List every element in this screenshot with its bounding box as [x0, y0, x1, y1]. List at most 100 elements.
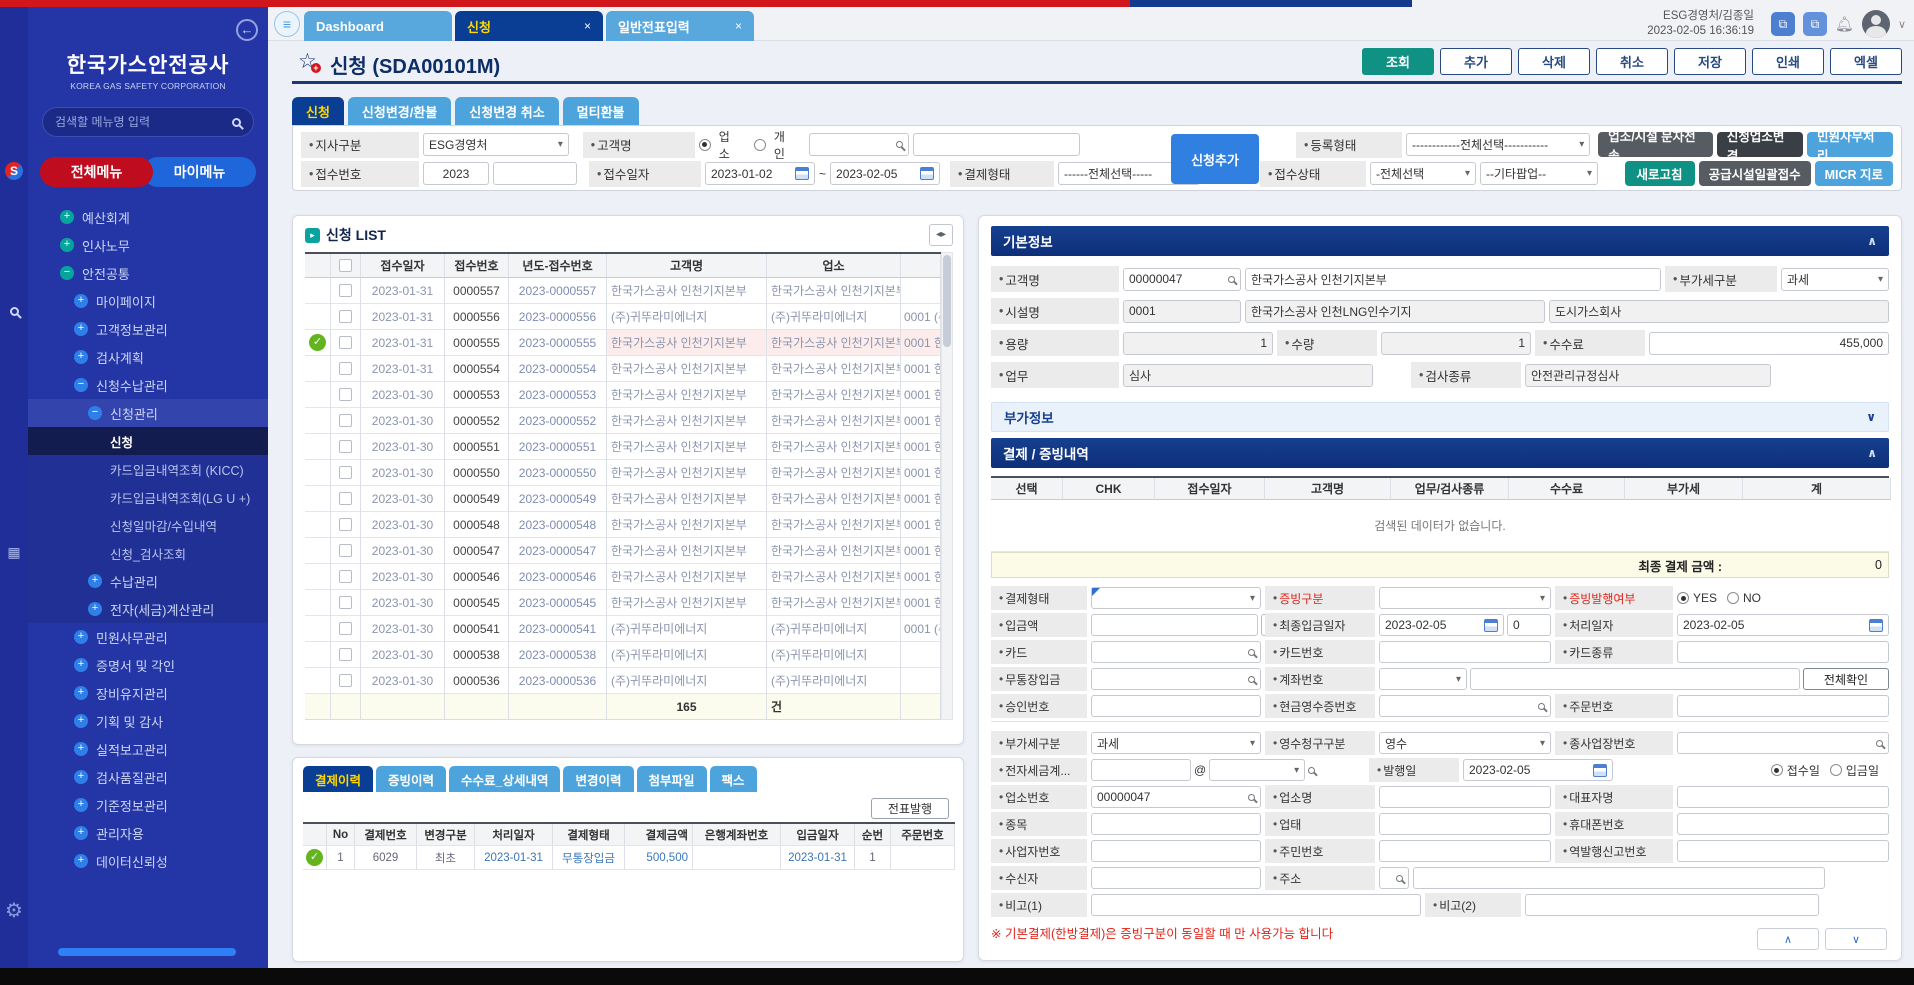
column-header[interactable]: 결제금액 — [625, 824, 693, 846]
table-row[interactable]: 2023-01-3000005492023-0000549한국가스공사 인천기지… — [305, 486, 941, 512]
customer-name-input[interactable] — [913, 133, 1080, 156]
sms-button[interactable]: 업소/시설 문자전송 — [1598, 132, 1713, 157]
calendar-icon[interactable] — [795, 167, 809, 180]
column-header[interactable]: CHK — [1063, 478, 1155, 500]
capacity-input[interactable]: 1 — [1123, 332, 1273, 355]
plus-icon[interactable]: + — [74, 294, 88, 308]
date-from-input[interactable]: 2023-01-02 — [705, 162, 815, 185]
page-star-icon[interactable]: ☆+ — [298, 49, 317, 74]
plus-icon[interactable]: + — [74, 658, 88, 672]
chevron-down-icon[interactable]: ∨ — [1898, 18, 1906, 31]
row-check[interactable] — [331, 460, 361, 486]
sub-biz-no-input[interactable] — [1677, 732, 1889, 754]
receipt-kind-select[interactable]: 영수▾ — [1379, 732, 1551, 754]
ceo-name-input[interactable] — [1677, 786, 1889, 808]
vat-type-select[interactable]: 과세▾ — [1091, 732, 1261, 754]
tab-fax[interactable]: 팩스 — [710, 766, 757, 792]
search-button[interactable]: 조회 — [1362, 48, 1434, 75]
sidebar-item[interactable]: +검사품질관리 — [28, 763, 268, 791]
splitter-toggle-icon[interactable]: ◂▸ — [929, 224, 953, 246]
radio-no[interactable] — [1727, 592, 1739, 604]
facility-code-input[interactable]: 0001 — [1123, 300, 1241, 323]
customer-code-input[interactable]: 00000047 — [1123, 268, 1241, 291]
row-check[interactable] — [331, 590, 361, 616]
sidebar-item[interactable]: 카드입금내역조회(LG U +) — [28, 483, 268, 511]
column-header[interactable]: 결제형태 — [553, 824, 625, 846]
column-header[interactable]: No — [327, 824, 355, 846]
row-check[interactable] — [331, 356, 361, 382]
brn-input[interactable] — [1091, 840, 1261, 862]
column-header[interactable]: 처리일자 — [475, 824, 553, 846]
checkbox-icon[interactable] — [339, 336, 352, 349]
radio-personal[interactable] — [754, 139, 766, 151]
plus-icon[interactable]: + — [74, 798, 88, 812]
checkbox-icon[interactable] — [339, 414, 352, 427]
open-window-icon[interactable]: ⧉ — [1771, 12, 1795, 36]
qty-input[interactable]: 1 — [1381, 332, 1531, 355]
table-row[interactable]: 2023-01-3000005522023-0000552한국가스공사 인천기지… — [305, 408, 941, 434]
sidebar-item[interactable]: −신청관리 — [28, 399, 268, 427]
calendar-icon[interactable] — [1869, 619, 1883, 632]
radio-business[interactable] — [699, 139, 711, 151]
search-icon[interactable] — [1876, 740, 1883, 747]
approval-no-input[interactable] — [1091, 695, 1261, 717]
save-button[interactable]: 저장 — [1674, 48, 1746, 75]
table-row[interactable]: 2023-01-3100005572023-0000557한국가스공사 인천기지… — [305, 278, 941, 304]
plus-icon[interactable]: + — [74, 350, 88, 364]
sidebar-item[interactable]: +기획 및 감사 — [28, 707, 268, 735]
receiver-input[interactable] — [1091, 867, 1261, 889]
menu-grid-icon[interactable]: ▦ — [7, 544, 20, 561]
chevron-up-icon[interactable]: ∧ — [1867, 446, 1877, 460]
note1-input[interactable] — [1091, 894, 1421, 916]
bulk-receipt-button[interactable]: 공급시설일괄접수 — [1699, 161, 1811, 186]
sidebar-item[interactable]: +고객정보관리 — [28, 315, 268, 343]
cash-receipt-input[interactable] — [1379, 695, 1551, 717]
column-header[interactable]: 결제번호 — [355, 824, 417, 846]
plus-icon[interactable]: + — [60, 210, 74, 224]
card-input[interactable] — [1091, 641, 1261, 663]
status-popup-select[interactable]: --기타팝업--▾ — [1480, 162, 1598, 185]
customer-name-input[interactable]: 한국가스공사 인천기지본부 — [1245, 268, 1661, 291]
chevron-up-icon[interactable]: ∧ — [1867, 234, 1877, 248]
column-header[interactable]: 수수료 — [1509, 478, 1625, 500]
checkbox-icon[interactable] — [339, 674, 352, 687]
refresh-button[interactable]: 새로고침 — [1625, 161, 1695, 186]
checkbox-icon[interactable] — [339, 622, 352, 635]
sidebar-item[interactable]: +예산회계 — [28, 203, 268, 231]
deposit-amount-input[interactable] — [1091, 614, 1258, 636]
payment-proof-header[interactable]: 결제 / 증빙내역 ∧ — [991, 438, 1889, 468]
open-external-icon[interactable]: ⧉ — [1803, 12, 1827, 36]
checkbox-icon[interactable] — [339, 440, 352, 453]
table-row[interactable]: 2023-01-3000005512023-0000551한국가스공사 인천기지… — [305, 434, 941, 460]
table-row[interactable]: 2023-01-3000005362023-0000536(주)귀뚜라미에너지(… — [305, 668, 941, 694]
column-header[interactable]: 고객명 — [607, 254, 767, 278]
mobile-input[interactable] — [1677, 813, 1889, 835]
gear-icon[interactable]: ⚙ — [5, 898, 23, 923]
issue-date-input[interactable]: 2023-02-05 — [1463, 759, 1613, 781]
sidebar-item[interactable]: +전자(세금)계산관리 — [28, 595, 268, 623]
bank-transfer-input[interactable] — [1091, 668, 1261, 690]
column-header[interactable]: 부가세 — [1625, 478, 1743, 500]
etax-id-input[interactable] — [1091, 759, 1191, 781]
sidebar-item[interactable]: 신청 — [28, 427, 268, 455]
search-icon[interactable] — [1248, 794, 1255, 801]
sidebar-item[interactable]: +기준정보관리 — [28, 791, 268, 819]
sidebar-item[interactable]: +마이페이지 — [28, 287, 268, 315]
sidebar-item[interactable]: −안전공통 — [28, 259, 268, 287]
sidebar-collapse-button[interactable]: ← — [236, 19, 258, 41]
table-row[interactable]: 2023-01-3000005502023-0000550한국가스공사 인천기지… — [305, 460, 941, 486]
add-button[interactable]: 추가 — [1440, 48, 1512, 75]
plus-icon[interactable]: + — [74, 322, 88, 336]
date-to-input[interactable]: 2023-02-05 — [830, 162, 940, 185]
work-input[interactable]: 심사 — [1123, 364, 1373, 387]
row-check[interactable] — [331, 564, 361, 590]
minus-icon[interactable]: − — [74, 378, 88, 392]
search-icon[interactable] — [1228, 276, 1235, 283]
row-check[interactable] — [331, 616, 361, 642]
sidebar-item[interactable]: +관리자용 — [28, 819, 268, 847]
sidebar-item[interactable]: +장비유지관리 — [28, 679, 268, 707]
bell-icon[interactable]: 🔔︎ — [1835, 15, 1854, 33]
checkbox-icon[interactable] — [339, 518, 352, 531]
plus-icon[interactable]: + — [74, 630, 88, 644]
order-no-input[interactable] — [1677, 695, 1889, 717]
